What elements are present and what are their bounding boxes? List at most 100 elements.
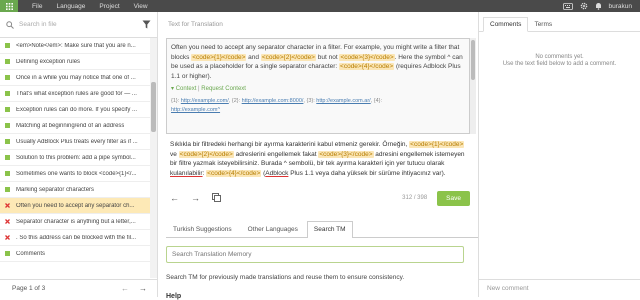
segment-item[interactable]: Once in a while you may notice that one … xyxy=(0,70,150,86)
segment-text: Separator character is anything but a le… xyxy=(16,218,136,225)
segment-text: Often you need to accept any separator c… xyxy=(16,202,135,209)
segment-text: Matching at beginning/end of an address xyxy=(16,122,125,129)
tab-terms[interactable]: Terms xyxy=(528,18,558,31)
menu-project[interactable]: Project xyxy=(99,3,119,10)
copy-source-icon[interactable] xyxy=(212,192,221,204)
panel-title: Text for Translation xyxy=(168,20,223,28)
target-text-part: Sıklıkla bir filtredeki herhangi bir ayı… xyxy=(170,141,410,148)
next-page-icon[interactable]: → xyxy=(139,284,147,293)
segment-item[interactable]: Matching at beginning/end of an address xyxy=(0,118,150,134)
segment-item[interactable]: Usually AdBlock Plus treats every filter… xyxy=(0,134,150,150)
spelling-error[interactable]: Adblock xyxy=(265,170,288,177)
context-toggle[interactable]: Context xyxy=(176,86,197,92)
context-link[interactable]: http://example.com^ xyxy=(171,107,220,113)
segment-item[interactable]: Sometimes one wants to block <code>{1}</… xyxy=(0,166,150,182)
editor-actions: ← → 312 / 398 Save xyxy=(166,188,470,208)
tab-other-languages[interactable]: Other Languages xyxy=(241,221,305,237)
no-comments-text: No comments yet. xyxy=(535,54,584,60)
translated-status-icon xyxy=(5,107,10,112)
search-input[interactable]: Search in file xyxy=(19,21,141,28)
link-prefix: , {2}: xyxy=(228,97,242,104)
tab-comments[interactable]: Comments xyxy=(483,17,529,32)
context-link[interactable]: http://example.com.ar/ xyxy=(316,98,370,104)
link-prefix: , {3}: xyxy=(303,97,317,104)
source-scrollbar[interactable] xyxy=(470,38,476,134)
source-tag[interactable]: <code>{4}</code> xyxy=(339,63,395,71)
menu-view[interactable]: View xyxy=(134,3,148,10)
translated-status-icon xyxy=(5,59,10,64)
error-icon xyxy=(5,203,10,208)
context-link[interactable]: http://example.com/ xyxy=(181,98,229,104)
settings-icon[interactable] xyxy=(580,2,588,10)
segment-item[interactable]: Often you need to accept any separator c… xyxy=(0,198,150,214)
source-text-part: and xyxy=(246,53,261,61)
segment-item[interactable]: Separator character is anything but a le… xyxy=(0,214,150,230)
segment-list-scrollbar[interactable] xyxy=(150,38,157,278)
segment-item[interactable]: Comments xyxy=(0,246,150,262)
request-context-link[interactable]: Request Context xyxy=(201,86,246,92)
source-tag[interactable]: <code>{2}</code> xyxy=(260,53,316,61)
target-tag[interactable]: <code>{2}</code> xyxy=(178,150,234,158)
link-prefix: , {4}: xyxy=(370,97,383,104)
tab-turkish-suggestions[interactable]: Turkish Suggestions xyxy=(166,221,239,237)
target-text-part: ve xyxy=(170,150,179,158)
source-text-part: but not xyxy=(315,53,340,61)
scrollbar-thumb[interactable] xyxy=(151,82,156,132)
source-tag[interactable]: <code>{1}</code> xyxy=(191,53,247,61)
bell-icon[interactable] xyxy=(595,2,602,10)
target-tag[interactable]: <code>{4}</code> xyxy=(206,169,262,177)
editor-panel: Text for Translation Often you need to a… xyxy=(158,12,478,300)
arrow-left-icon[interactable]: ← xyxy=(170,193,179,203)
error-icon xyxy=(5,219,10,224)
segment-text: Exception rules can do more. If you spec… xyxy=(16,106,138,113)
target-tag[interactable]: <code>{3}</code> xyxy=(318,150,374,158)
context-row: ▾ Context | Request Context xyxy=(171,85,465,95)
menu-language[interactable]: Language xyxy=(56,3,85,10)
char-count: 312 / 398 xyxy=(402,195,428,201)
segment-item[interactable]: Exception rules can do more. If you spec… xyxy=(0,102,150,118)
translated-status-icon xyxy=(5,251,10,256)
segment-text: Marking separator characters xyxy=(16,186,95,193)
translated-status-icon xyxy=(5,171,10,176)
segment-item[interactable]: . So this address can be blocked with th… xyxy=(0,230,150,246)
target-tag[interactable]: <code>{1}</code> xyxy=(409,141,465,148)
filter-icon[interactable] xyxy=(141,20,151,29)
translated-status-icon xyxy=(5,155,10,160)
translated-status-icon xyxy=(5,187,10,192)
target-text-part: adreslerini engellemek fakat xyxy=(233,150,319,158)
segment-item[interactable]: Defining exception rules xyxy=(0,54,150,70)
tm-hint: Search TM for previously made translatio… xyxy=(166,274,405,281)
keyboard-icon[interactable] xyxy=(562,2,573,10)
new-comment-input[interactable]: New comment xyxy=(479,279,640,297)
tab-search-tm[interactable]: Search TM xyxy=(306,221,353,238)
arrow-right-icon[interactable]: → xyxy=(191,193,200,203)
segment-text: Comments xyxy=(16,250,46,257)
segment-item[interactable]: Solution to this problem: add a pipe sym… xyxy=(0,150,150,166)
page-label: Page 1 of 3 xyxy=(12,285,46,292)
save-button[interactable]: Save xyxy=(437,190,470,206)
segment-text: . So this address can be blocked with th… xyxy=(16,234,137,241)
menu-file[interactable]: File xyxy=(32,3,42,10)
translated-status-icon xyxy=(5,43,10,48)
tm-search-input[interactable] xyxy=(166,246,464,263)
scrollbar-thumb[interactable] xyxy=(471,40,475,80)
top-bar: File Language Project View burakun xyxy=(0,0,640,12)
comments-panel: Comments Terms No comments yet. Use the … xyxy=(478,12,640,297)
spelling-error[interactable]: kulanılabilir xyxy=(170,170,203,177)
prev-page-icon[interactable]: ← xyxy=(121,284,129,293)
segment-item[interactable]: Marking separator characters xyxy=(0,182,150,198)
user-name[interactable]: burakun xyxy=(609,3,633,10)
segment-item[interactable]: That's what exception rules are good for… xyxy=(0,86,150,102)
segment-text: Sometimes one wants to block <code>{1}</… xyxy=(16,170,137,177)
segment-text: Usually AdBlock Plus treats every filter… xyxy=(16,138,138,145)
segment-item[interactable]: <em>Note</em>: Make sure that you are n.… xyxy=(0,38,150,54)
segment-search: Search in file xyxy=(0,12,157,38)
context-link[interactable]: http://example.com:8000/ xyxy=(242,98,304,104)
apps-grid-icon[interactable] xyxy=(0,0,18,12)
pagination: Page 1 of 3 ← → xyxy=(0,279,157,297)
translation-editor[interactable]: Sıklıkla bir filtredeki herhangi bir ayı… xyxy=(166,137,470,185)
source-text: Often you need to accept any separator c… xyxy=(166,38,470,134)
source-tag[interactable]: <code>{3}</code> xyxy=(339,53,395,61)
comment-hint: Use the text field below to add a commen… xyxy=(502,61,617,67)
segment-text: <em>Note</em>: Make sure that you are n.… xyxy=(16,42,136,49)
